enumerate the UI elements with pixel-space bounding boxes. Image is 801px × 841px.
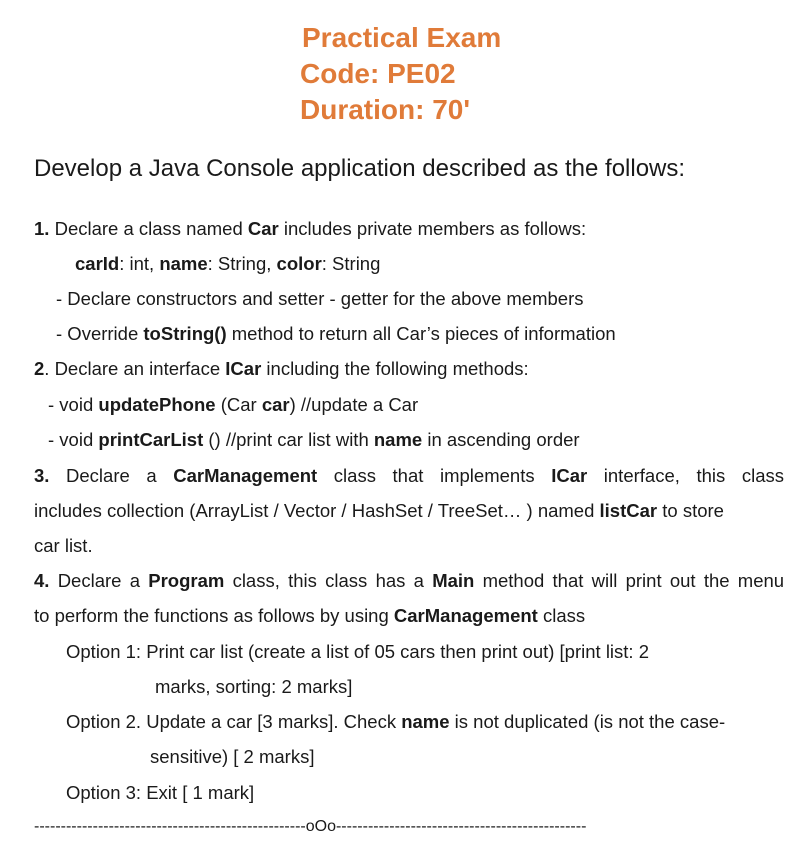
q3-line-3: car list. (34, 535, 93, 556)
q3-line-1: 3. Declare a CarManagement class that im… (34, 465, 785, 486)
q4-option-2-cont: sensitive) [ 2 marks] (150, 746, 315, 767)
q2-method-1: - void updatePhone (Car car) //update a … (48, 394, 419, 415)
q1-members: carId: int, name: String, color: String (75, 253, 381, 274)
q4-option-1-cont: marks, sorting: 2 marks] (155, 676, 353, 697)
q3-line-2: includes collection (ArrayList / Vector … (34, 500, 724, 521)
intro-text: Develop a Java Console application descr… (34, 155, 686, 182)
exam-duration: Duration: 70' (300, 94, 471, 125)
q4-option-1: Option 1: Print car list (create a list … (66, 641, 649, 662)
q4-line-1: 4. Declare a Program class, this class h… (34, 570, 785, 591)
q1-line-1: 1. Declare a class named Car includes pr… (34, 218, 587, 239)
q2-line-1: 2. Declare an interface ICar including t… (34, 358, 529, 379)
exam-code: Code: PE02 (300, 58, 456, 89)
q2-method-2: - void printCarList () //print car list … (48, 429, 580, 450)
q4-option-2: Option 2. Update a car [3 marks]. Check … (66, 711, 726, 732)
footer-separator: ----------------------------------------… (34, 818, 587, 835)
q1-line-4: - Override toString() method to return a… (56, 323, 616, 344)
q1-line-3: - Declare constructors and setter - gett… (56, 288, 584, 309)
q4-option-3: Option 3: Exit [ 1 mark] (66, 782, 255, 803)
exam-title: Practical Exam (302, 22, 502, 53)
q4-line-2: to perform the functions as follows by u… (34, 605, 586, 626)
